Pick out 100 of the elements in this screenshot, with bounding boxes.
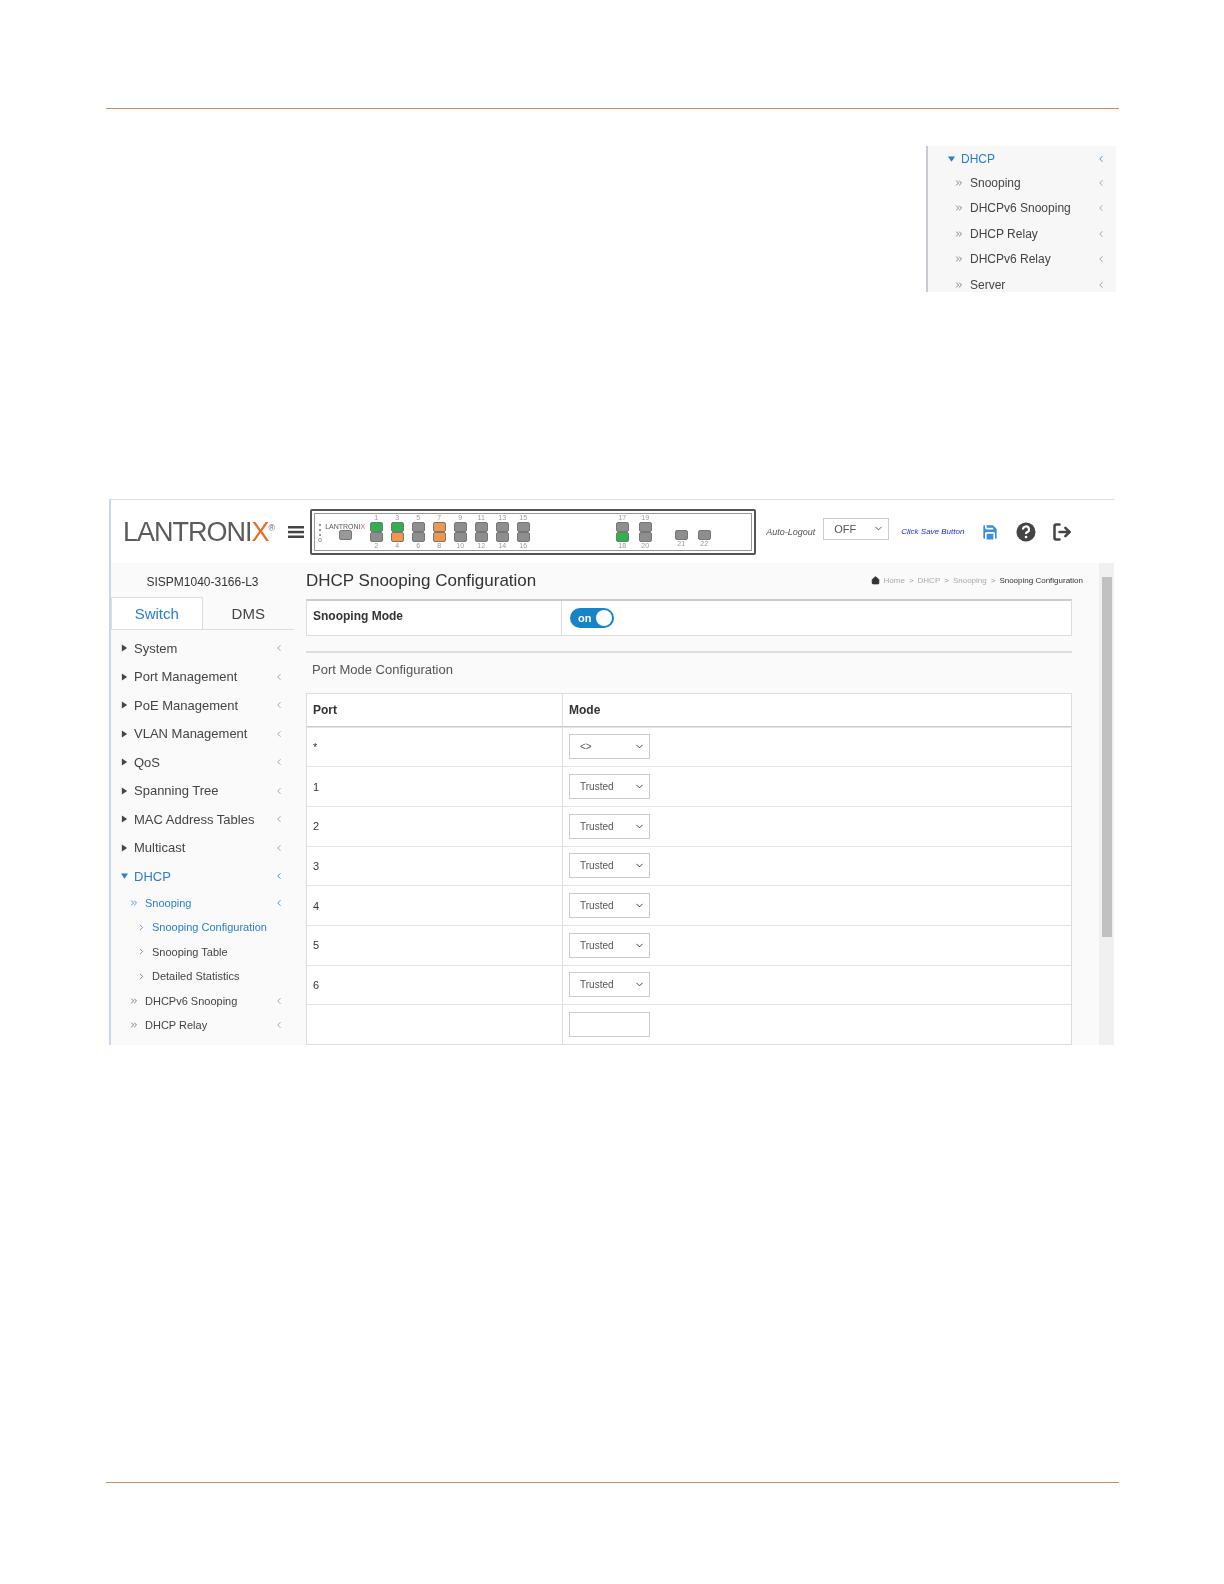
port-icon xyxy=(338,530,352,540)
lantronix-logo: LANTRONIX$^{®}$ xyxy=(123,515,275,549)
page-title: DHCP Snooping Configuration xyxy=(306,570,537,591)
breadcrumb-separator: > xyxy=(990,576,996,586)
auto-logout-label: Auto-Logout xyxy=(766,526,816,537)
mode-select[interactable]: Trusted xyxy=(569,813,650,839)
help-icon[interactable] xyxy=(1016,521,1037,542)
mode-select[interactable]: <> xyxy=(569,734,650,760)
mode-select[interactable]: Trusted xyxy=(569,893,650,919)
double-chevron-icon xyxy=(129,995,139,1006)
menu-item[interactable]: DHCPv6 Snooping xyxy=(938,195,1116,221)
collapsed-triangle-icon xyxy=(121,729,128,738)
menu-item[interactable]: DHCP Relay xyxy=(938,221,1116,247)
menu-item[interactable]: DHCP xyxy=(111,862,294,891)
menu-item[interactable]: QoS xyxy=(111,748,294,777)
port-icon xyxy=(474,521,488,532)
port-icon xyxy=(674,529,688,540)
table-cell: 4 xyxy=(313,899,320,912)
double-chevron-icon xyxy=(954,279,964,290)
auto-logout-select[interactable]: OFF xyxy=(823,517,890,540)
port-icon xyxy=(369,521,383,532)
menu-item[interactable]: Snooping Table xyxy=(111,939,294,964)
table-cell: 1 xyxy=(313,780,320,793)
save-hint-link[interactable]: Click Save Button xyxy=(901,527,965,536)
table-cell: 2 xyxy=(313,820,320,833)
mode-select[interactable]: Trusted xyxy=(569,853,650,879)
double-chevron-icon xyxy=(954,177,964,188)
home-icon xyxy=(870,576,880,586)
menu-item[interactable]: System xyxy=(111,634,294,663)
collapsed-triangle-icon xyxy=(121,701,128,710)
snooping-toggle[interactable]: on xyxy=(570,607,614,628)
menu-item[interactable]: VLAN Management xyxy=(111,719,294,748)
breadcrumb-separator: > xyxy=(908,576,914,586)
expanded-triangle-icon xyxy=(948,155,955,163)
mode-select[interactable]: Trusted xyxy=(569,932,650,958)
device-name: SISPM1040-3166-L3 xyxy=(145,574,260,591)
double-chevron-icon xyxy=(954,254,964,265)
chevron-left-icon xyxy=(274,897,284,908)
chevron-left-icon xyxy=(274,871,284,882)
port-icon xyxy=(474,531,488,542)
chevron-left-icon xyxy=(1096,203,1106,214)
port-icon xyxy=(697,529,711,540)
chevron-left-icon xyxy=(1096,254,1106,265)
menu-item[interactable]: Snooping Configuration xyxy=(111,915,294,940)
collapsed-triangle-icon xyxy=(121,786,128,795)
tab[interactable]: DMS xyxy=(202,597,294,629)
table-cell: 3 xyxy=(313,859,320,872)
port-icon xyxy=(638,531,652,542)
menu-item[interactable]: MAC Address Tables xyxy=(111,805,294,834)
double-chevron-icon xyxy=(954,228,964,239)
section-title: Port Mode Configuration xyxy=(311,660,454,679)
mode-select[interactable]: Trusted xyxy=(569,774,650,800)
led-dots-icon xyxy=(318,521,323,542)
port-icon xyxy=(390,531,404,542)
breadcrumb-separator: > xyxy=(944,576,949,586)
menu-item[interactable]: Snooping xyxy=(938,170,1116,196)
chevron-left-icon xyxy=(1096,154,1106,164)
port-icon xyxy=(453,531,467,542)
chevron-left-icon xyxy=(274,785,284,796)
setting-label: Snooping Mode xyxy=(313,608,403,623)
port-icon xyxy=(638,521,652,532)
chevron-left-icon xyxy=(274,700,284,711)
menu-item[interactable]: PoE Management xyxy=(111,691,294,720)
port-icon xyxy=(411,521,425,532)
menu-icon[interactable] xyxy=(288,524,305,539)
chevron-left-icon xyxy=(274,643,284,654)
table-cell: 5 xyxy=(313,939,320,952)
chevron-right-icon xyxy=(137,947,146,957)
menu-item[interactable]: Port Management xyxy=(111,662,294,691)
table-cell: 6 xyxy=(313,978,320,991)
menu-item[interactable]: DHCPv6 Relay xyxy=(938,246,1116,272)
mode-select[interactable]: Trusted xyxy=(569,972,650,998)
menu-item[interactable]: Spanning Tree xyxy=(111,776,294,805)
chevron-left-icon xyxy=(1096,279,1106,290)
menu-item[interactable]: Server xyxy=(938,272,1116,292)
chevron-right-icon xyxy=(137,971,146,981)
menu-item[interactable]: DHCP Relay xyxy=(111,1013,294,1038)
chevron-left-icon xyxy=(274,757,284,768)
menu-item[interactable]: Snooping xyxy=(111,890,294,915)
port-icon xyxy=(369,531,383,542)
collapsed-triangle-icon xyxy=(121,672,128,681)
chevron-left-icon xyxy=(274,814,284,825)
logout-icon[interactable] xyxy=(1052,521,1073,542)
double-chevron-icon xyxy=(129,897,139,908)
port-icon xyxy=(453,521,467,532)
port-icon xyxy=(411,531,425,542)
menu-item[interactable]: Multicast xyxy=(111,833,294,862)
chevron-left-icon xyxy=(274,995,284,1006)
port-icon xyxy=(432,531,446,542)
scrollbar[interactable] xyxy=(1099,563,1114,1045)
chevron-left-icon xyxy=(274,842,284,853)
column-header: Mode xyxy=(568,701,602,719)
tab[interactable]: Switch xyxy=(111,597,203,629)
port-icon xyxy=(390,521,404,532)
menu-item[interactable]: Detailed Statistics xyxy=(111,964,294,989)
chevron-left-icon xyxy=(1096,228,1106,239)
port-icon xyxy=(615,531,629,542)
expanded-triangle-icon xyxy=(121,872,128,881)
menu-item[interactable]: DHCPv6 Snooping xyxy=(111,988,294,1013)
menu-item[interactable]: DHCP xyxy=(938,148,1116,170)
